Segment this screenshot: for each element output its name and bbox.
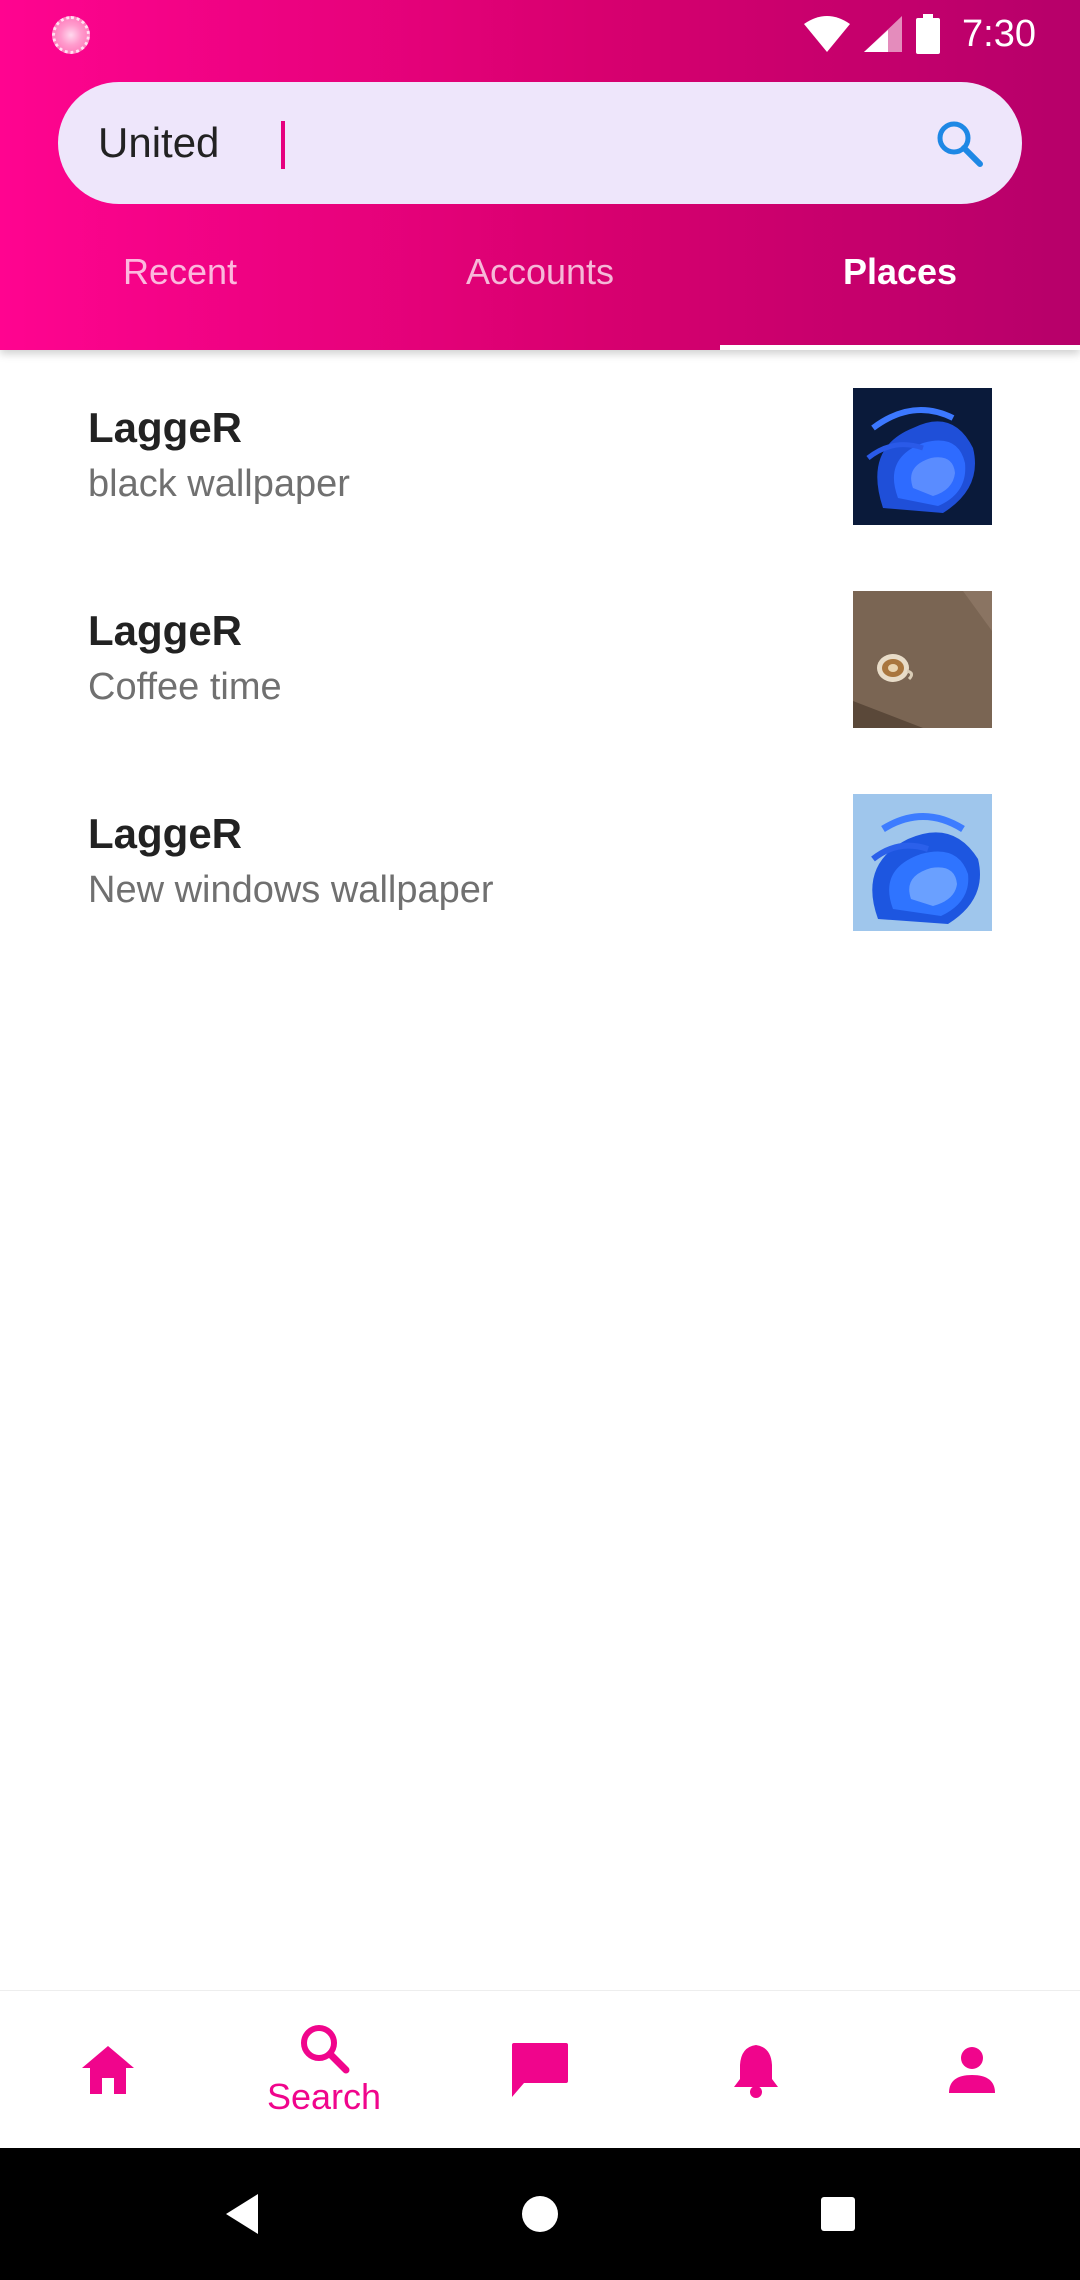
search-icon bbox=[937, 121, 983, 167]
results-list: LaggeR black wallpaper LaggeR Coffee tim… bbox=[0, 350, 1080, 959]
list-item[interactable]: LaggeR New windows wallpaper bbox=[0, 756, 1080, 959]
app-notification-icon bbox=[52, 16, 90, 54]
item-caption: black wallpaper bbox=[88, 463, 350, 505]
system-navigation-bar bbox=[0, 2148, 1080, 2280]
bottom-navigation: Search bbox=[0, 1990, 1080, 2148]
search-button[interactable] bbox=[932, 116, 986, 170]
item-author: LaggeR bbox=[88, 810, 243, 857]
item-author: LaggeR bbox=[88, 404, 243, 451]
item-caption: New windows wallpaper bbox=[88, 869, 494, 911]
thumbnail-image[interactable] bbox=[853, 388, 992, 525]
back-icon[interactable] bbox=[224, 2192, 260, 2236]
nav-notifications[interactable] bbox=[648, 1991, 864, 2148]
status-icons bbox=[804, 12, 940, 56]
search-input[interactable]: United bbox=[98, 82, 219, 204]
item-caption: Coffee time bbox=[88, 666, 282, 708]
status-bar: 7:30 bbox=[0, 0, 1080, 66]
list-item[interactable]: LaggeR black wallpaper bbox=[0, 350, 1080, 553]
search-bar[interactable]: United bbox=[58, 82, 1022, 204]
wifi-icon bbox=[804, 16, 850, 52]
home-button-icon[interactable] bbox=[520, 2194, 560, 2234]
tab-places[interactable]: Places bbox=[720, 222, 1080, 350]
cellular-signal-icon bbox=[864, 16, 902, 52]
search-tabs: Recent Accounts Places bbox=[0, 222, 1080, 350]
nav-search[interactable]: Search bbox=[216, 1991, 432, 2148]
text-cursor bbox=[281, 121, 285, 169]
battery-icon bbox=[916, 14, 940, 54]
person-icon bbox=[949, 2046, 995, 2093]
chat-icon bbox=[512, 2042, 568, 2097]
tab-accounts[interactable]: Accounts bbox=[360, 222, 720, 350]
status-time: 7:30 bbox=[962, 13, 1036, 55]
thumbnail-image[interactable] bbox=[853, 591, 992, 728]
bell-icon bbox=[734, 2044, 778, 2098]
thumbnail-image[interactable] bbox=[853, 794, 992, 931]
recents-icon[interactable] bbox=[820, 2196, 856, 2232]
search-icon bbox=[301, 2024, 350, 2073]
search-header: 7:30 United Recent Accounts Places bbox=[0, 0, 1080, 350]
home-icon bbox=[82, 2045, 134, 2094]
app-screen: 7:30 United Recent Accounts Places Lagge… bbox=[0, 0, 1080, 2280]
nav-profile[interactable] bbox=[864, 1991, 1080, 2148]
nav-home[interactable] bbox=[0, 1991, 216, 2148]
nav-search-label: Search bbox=[266, 2075, 382, 2117]
tab-recent[interactable]: Recent bbox=[0, 222, 360, 350]
item-author: LaggeR bbox=[88, 607, 243, 654]
nav-messages[interactable] bbox=[432, 1991, 648, 2148]
list-item[interactable]: LaggeR Coffee time bbox=[0, 553, 1080, 756]
